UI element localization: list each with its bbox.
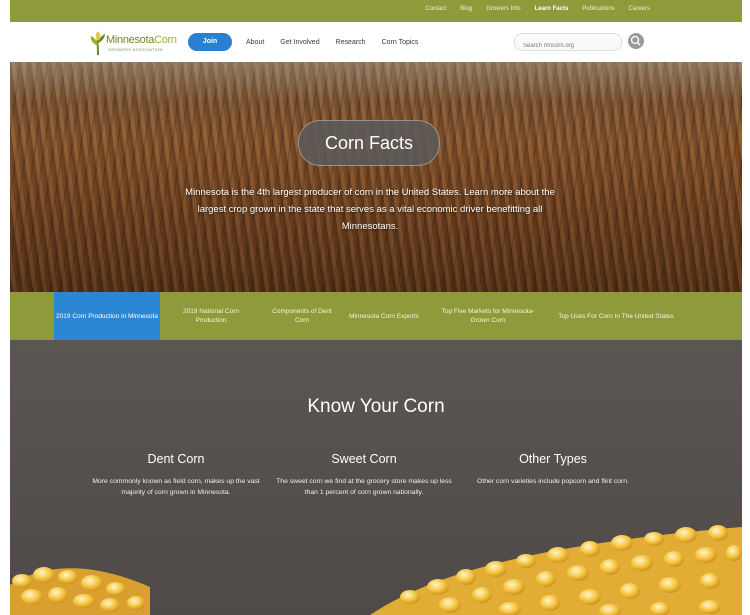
- logo-name-part1: Minnesota: [106, 34, 155, 46]
- logo-wordmark: MinnesotaCorn: [106, 34, 177, 46]
- logo-name-part2: Corn: [154, 34, 177, 46]
- hero-title: Corn Facts: [298, 120, 440, 166]
- corn-type-text: More commonly known as field corn, makes…: [92, 478, 260, 496]
- utility-link-careers[interactable]: Careers: [629, 6, 650, 12]
- corn-type-dent: Dent Corn More commonly known as field c…: [87, 452, 265, 498]
- section-title: Know Your Corn: [307, 396, 445, 417]
- nav-item-corn-topics[interactable]: Corn Topics: [382, 39, 419, 46]
- corn-type-heading: Sweet Corn: [331, 452, 397, 466]
- tab-2019-national-production[interactable]: 2019 National Corn Production: [168, 292, 254, 340]
- tab-mn-corn-exports[interactable]: Minnesota Corn Exports: [348, 292, 420, 340]
- page: Contact Blog Growers Info Learn Facts Pu…: [10, 0, 742, 615]
- tab-2019-mn-production[interactable]: 2019 Corn Production in Minnesota: [54, 292, 160, 340]
- logo-subtitle: GROWERS ASSOCIATION: [108, 47, 163, 52]
- utility-links: Contact Blog Growers Info Learn Facts Pu…: [426, 6, 650, 12]
- search-button[interactable]: [628, 33, 644, 49]
- tab-label: Minnesota Corn Exports: [349, 312, 419, 320]
- utility-link-contact[interactable]: Contact: [426, 6, 447, 12]
- utility-bar: Contact Blog Growers Info Learn Facts Pu…: [10, 0, 742, 22]
- search-icon: [630, 35, 641, 46]
- utility-link-blog[interactable]: Blog: [460, 6, 472, 12]
- corn-type-sweet: Sweet Corn The sweet corn we find at the…: [275, 452, 453, 498]
- nav-item-research[interactable]: Research: [336, 39, 366, 46]
- join-button[interactable]: Join: [188, 33, 232, 51]
- tab-label: Top Uses For Corn In The United States: [558, 312, 674, 320]
- hero-description: Minnesota is the 4th largest producer of…: [185, 187, 555, 232]
- corn-plant-logo-icon: [90, 31, 105, 56]
- corn-type-text: Other corn varieties include popcorn and…: [477, 478, 629, 485]
- hero-banner: Corn Facts Minnesota is the 4th largest …: [10, 62, 742, 292]
- site-header: MinnesotaCorn GROWERS ASSOCIATION Join A…: [10, 22, 742, 63]
- site-logo[interactable]: MinnesotaCorn GROWERS ASSOCIATION: [88, 30, 184, 56]
- utility-link-learn-facts[interactable]: Learn Facts: [535, 6, 569, 12]
- search-box: [514, 33, 622, 53]
- tab-label: Components of Dent Corn: [272, 308, 332, 324]
- tab-label: Top Five Markets for Minnesota-Grown Cor…: [441, 308, 535, 324]
- tab-top-five-markets[interactable]: Top Five Markets for Minnesota-Grown Cor…: [440, 292, 536, 340]
- corn-kernels-image: [10, 525, 742, 615]
- corn-type-heading: Other Types: [519, 452, 587, 466]
- facts-tab-strip: 2019 Corn Production in Minnesota 2019 N…: [10, 292, 742, 340]
- tab-top-uses-corn[interactable]: Top Uses For Corn In The United States: [554, 292, 678, 340]
- tab-components-dent-corn[interactable]: Components of Dent Corn: [266, 292, 338, 340]
- corn-type-heading: Dent Corn: [147, 452, 205, 466]
- tab-label: 2019 National Corn Production: [182, 308, 239, 324]
- main-nav: About Get Involved Research Corn Topics: [246, 22, 418, 62]
- search-input[interactable]: [523, 39, 613, 53]
- corn-type-text: The sweet corn we find at the grocery st…: [276, 478, 452, 496]
- utility-link-publications[interactable]: Publications: [582, 6, 614, 12]
- utility-link-growers[interactable]: Growers Info: [486, 6, 520, 12]
- corn-type-other: Other Types Other corn varieties include…: [464, 452, 642, 487]
- tab-label: 2019 Corn Production in Minnesota: [56, 312, 158, 320]
- nav-item-about[interactable]: About: [246, 39, 264, 46]
- nav-item-get-involved[interactable]: Get Involved: [280, 39, 319, 46]
